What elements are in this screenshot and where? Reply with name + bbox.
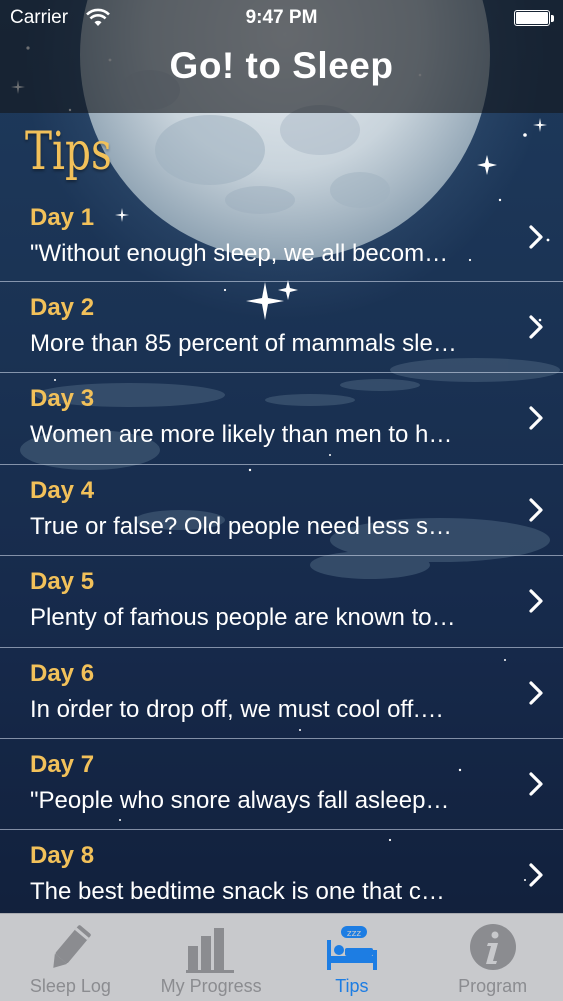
tip-preview-text: "People who snore always fall asleep… [30,786,450,814]
pencil-icon [53,925,92,968]
tip-row-day-5[interactable]: Day 5 Plenty of famous people are known … [0,556,563,648]
bed-zzz-icon: zzz [326,926,377,970]
clock: 9:47 PM [245,7,318,28]
tip-row-day-6[interactable]: Day 6 In order to drop off, we must cool… [0,648,563,739]
tip-day-label: Day 6 [30,659,95,687]
chevron-right-icon [529,225,543,249]
tab-label: Tips [335,976,369,996]
tab-tips[interactable]: zzz Tips [282,914,423,1001]
tip-row-day-7[interactable]: Day 7 "People who snore always fall asle… [0,739,563,831]
tip-day-label: Day 2 [30,294,95,321]
chevron-right-icon [529,498,543,522]
tab-bar: Sleep Log My Progress zzz Tips Program [0,913,563,1001]
tab-my-progress[interactable]: My Progress [141,914,282,1001]
tip-day-label: Day 7 [30,750,95,778]
tip-day-label: Day 3 [30,385,95,413]
chevron-right-icon [529,863,543,887]
tip-day-label: Day 1 [30,204,95,231]
tip-row-day-2[interactable]: Day 2 More than 85 percent of mammals sl… [0,282,563,374]
tab-program[interactable]: Program [422,914,563,1001]
chevron-right-icon [529,315,543,339]
tip-row-day-8[interactable]: Day 8 The best bedtime snack is one that… [0,830,563,922]
tip-day-label: Day 5 [30,568,95,596]
tip-row-day-3[interactable]: Day 3 Women are more likely than men to … [0,373,563,465]
tip-preview-text: Plenty of famous people are known to… [30,604,456,632]
tip-preview-text: Women are more likely than men to h… [30,421,453,449]
chevron-right-icon [529,680,543,705]
page-title: Go! to Sleep [169,45,394,86]
tip-row-day-1[interactable]: Day 1 "Without enough sleep, we all beco… [0,192,563,282]
battery-icon [514,10,554,26]
tab-label: My Progress [160,976,262,996]
section-heading: Tips [25,122,112,182]
status-bar: Carrier 9:47 PM [0,0,563,38]
tip-preview-text: "Without enough sleep, we all becom… [30,240,449,267]
chevron-right-icon [529,589,543,613]
tip-preview-text: True or false? Old people need less s… [30,512,453,540]
tip-preview-text: In order to drop off, we must cool off.… [30,695,444,723]
tip-day-label: Day 4 [30,476,95,504]
chevron-right-icon [529,772,543,796]
tip-preview-text: More than 85 percent of mammals sle… [30,330,457,357]
chevron-right-icon [529,406,543,430]
svg-text:zzz: zzz [347,929,361,939]
tab-label: Sleep Log [29,976,111,996]
tips-list: Day 1 "Without enough sleep, we all beco… [0,192,563,922]
tab-label: Program [458,976,528,996]
tip-row-day-4[interactable]: Day 4 True or false? Old people need les… [0,465,563,557]
tip-preview-text: The best bedtime snack is one that c… [30,878,445,906]
tip-day-label: Day 8 [30,842,95,870]
bar-chart-icon [186,928,235,973]
info-icon [469,924,516,970]
tab-sleep-log[interactable]: Sleep Log [0,914,141,1001]
